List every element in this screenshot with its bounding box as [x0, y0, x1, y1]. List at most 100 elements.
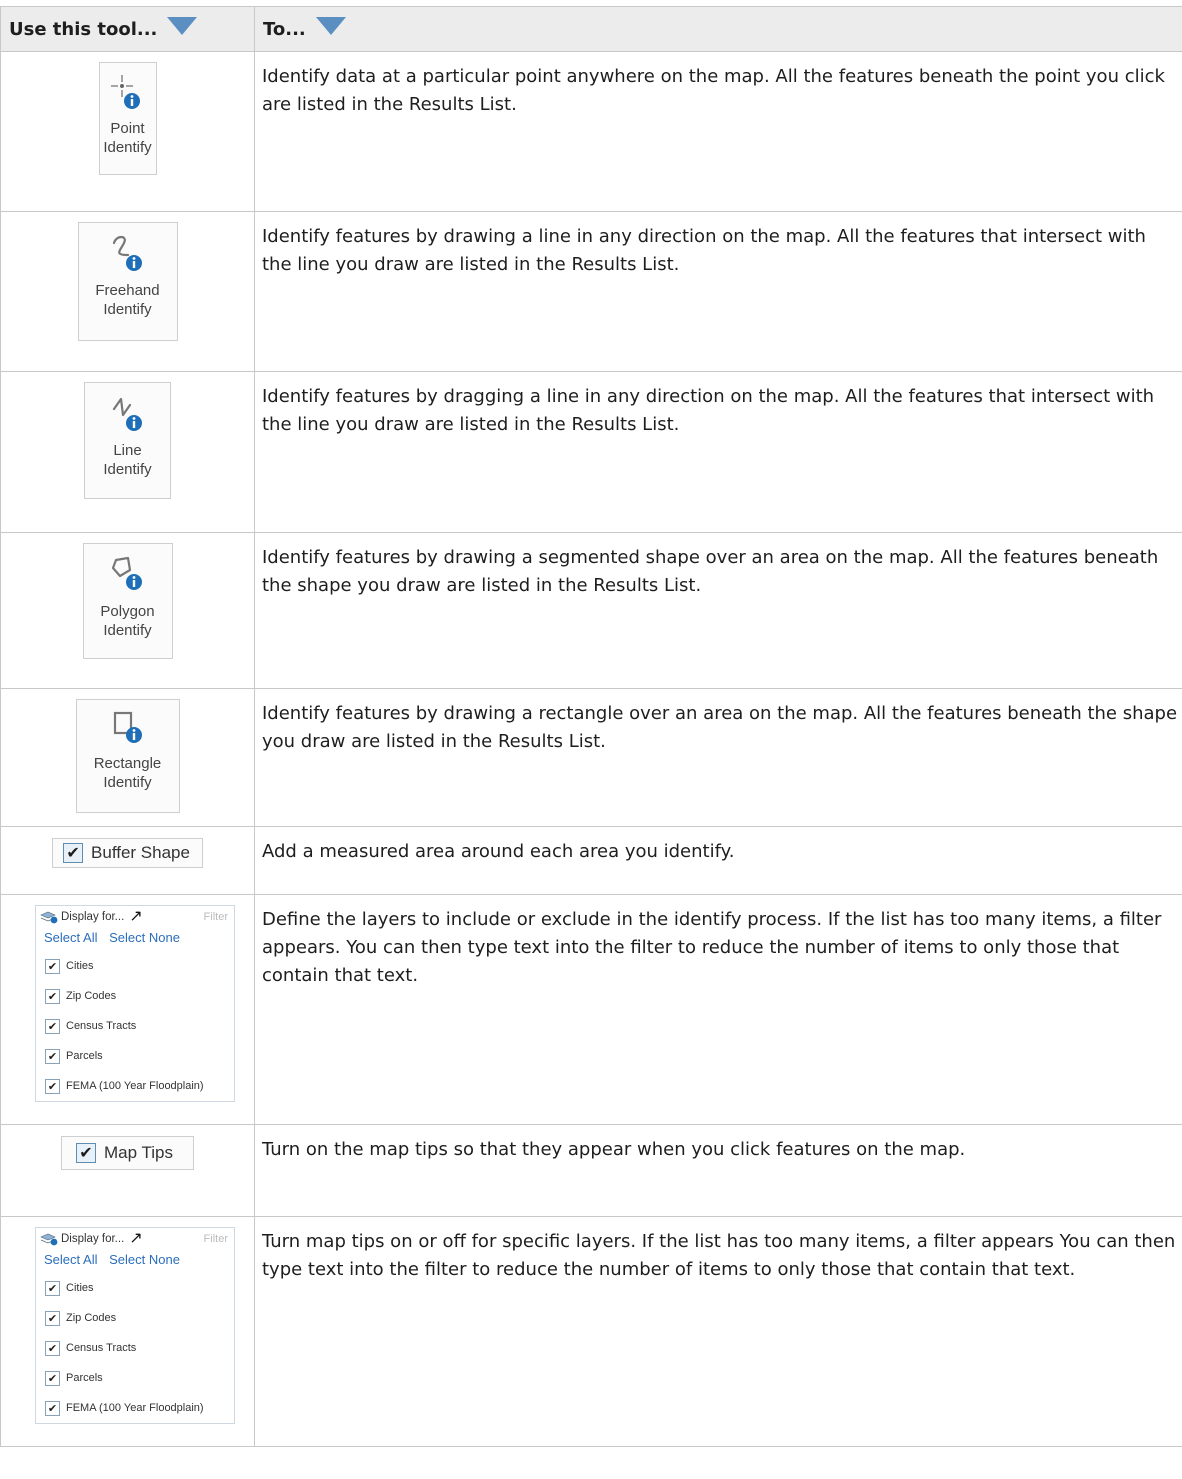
tool-label-line2: Identify — [103, 301, 152, 318]
layer-panel: Display for... ↗ Filter Select All Selec… — [35, 1227, 235, 1424]
description-cell: Identify features by drawing a segmented… — [254, 532, 1182, 689]
map-tips-label: Map Tips — [104, 1143, 173, 1162]
header-to-label: To... — [263, 18, 306, 40]
point-identify-icon — [110, 75, 140, 109]
tool-cell: Point Identify — [0, 51, 255, 212]
panel-header: Display for... ↗ Filter — [36, 1228, 234, 1250]
tool-label-line1: Line — [113, 442, 142, 459]
display-for-label: Display for... — [61, 1233, 125, 1245]
select-none-link[interactable]: Select None — [109, 1252, 180, 1267]
description-cell: Identify features by dragging a line in … — [254, 371, 1182, 533]
select-all-link[interactable]: Select All — [44, 1252, 97, 1267]
freehand-identify-icon — [112, 235, 142, 271]
tool-label-line2: Identify — [103, 139, 152, 156]
layer-item-census-tracts[interactable]: ✔ Census Tracts — [36, 1011, 234, 1041]
description-cell: Identify data at a particular point anyw… — [254, 51, 1182, 212]
layer-label: Cities — [66, 960, 94, 972]
layer-item-cities[interactable]: ✔ Cities — [36, 1273, 234, 1303]
buffer-shape-label: Buffer Shape — [91, 843, 190, 862]
layer-label: Census Tracts — [66, 1020, 137, 1032]
map-tips-toggle[interactable]: ✔ Map Tips — [61, 1136, 194, 1170]
layers-info-icon — [40, 911, 58, 924]
checkbox-checked-icon[interactable]: ✔ — [45, 1340, 60, 1356]
description-cell: Add a measured area around each area you… — [254, 826, 1182, 895]
layers-info-icon — [40, 1233, 58, 1246]
display-for-dropdown[interactable]: Display for... ↗ — [40, 909, 143, 925]
table-row: Line Identify Identify features by dragg… — [0, 371, 1182, 533]
rectangle-identify-button[interactable]: Rectangle Identify — [75, 699, 180, 813]
checkbox-checked-icon[interactable]: ✔ — [45, 1310, 60, 1326]
description-cell: Turn map tips on or off for specific lay… — [254, 1216, 1182, 1447]
layer-item-parcels[interactable]: ✔ Parcels — [36, 1041, 234, 1071]
rectangle-identify-icon — [113, 711, 142, 743]
tool-label-line2: Identify — [103, 622, 152, 639]
layer-item-zip-codes[interactable]: ✔ Zip Codes — [36, 981, 234, 1011]
tool-label-line1: Point — [110, 120, 145, 137]
layer-item-parcels[interactable]: ✔ Parcels — [36, 1363, 234, 1393]
tool-cell: Rectangle Identify — [0, 688, 255, 827]
checkbox-checked-icon[interactable]: ✔ — [45, 988, 60, 1004]
layer-panel: Display for... ↗ Filter Select All Selec… — [35, 905, 235, 1102]
layer-item-census-tracts[interactable]: ✔ Census Tracts — [36, 1333, 234, 1363]
tool-label-line1: Rectangle — [93, 755, 162, 772]
checkbox-checked-icon[interactable]: ✔ — [45, 1078, 60, 1094]
filter-input[interactable]: Filter — [204, 911, 228, 923]
tool-cell: Polygon Identify — [0, 532, 255, 689]
tool-cell: Display for... ↗ Filter Select All Selec… — [0, 1216, 255, 1447]
checkbox-checked-icon[interactable]: ✔ — [45, 1370, 60, 1386]
buffer-shape-toggle[interactable]: ✔ Buffer Shape — [52, 838, 203, 868]
table-row: Point Identify Identify data at a partic… — [0, 51, 1182, 212]
table-row: ✔ Map Tips Turn on the map tips so that … — [0, 1124, 1182, 1217]
cursor-arrow-icon: ↗ — [129, 1230, 143, 1247]
tool-cell: ✔ Map Tips — [0, 1124, 255, 1217]
checkbox-checked-icon[interactable]: ✔ — [45, 1048, 60, 1064]
layer-label: FEMA (100 Year Floodplain) — [66, 1080, 204, 1092]
point-identify-button[interactable]: Point Identify — [98, 62, 157, 175]
sort-arrow-icon[interactable] — [167, 17, 198, 35]
description-cell: Identify features by drawing a line in a… — [254, 211, 1182, 372]
line-identify-icon — [112, 397, 142, 431]
header-row: Use this tool... To... — [0, 6, 1182, 52]
checkbox-checked-icon[interactable]: ✔ — [45, 1018, 60, 1034]
freehand-identify-button[interactable]: Freehand Identify — [77, 222, 178, 341]
tool-cell: Freehand Identify — [0, 211, 255, 372]
description-cell: Identify features by drawing a rectangle… — [254, 688, 1182, 827]
select-all-link[interactable]: Select All — [44, 930, 97, 945]
header-to[interactable]: To... — [254, 6, 1182, 52]
polygon-identify-icon — [111, 556, 142, 590]
layer-item-fema[interactable]: ✔ FEMA (100 Year Floodplain) — [36, 1071, 234, 1101]
layer-label: FEMA (100 Year Floodplain) — [66, 1402, 204, 1414]
select-none-link[interactable]: Select None — [109, 930, 180, 945]
layer-label: Zip Codes — [66, 1312, 117, 1324]
tool-label-line1: Freehand — [95, 282, 160, 299]
layer-item-cities[interactable]: ✔ Cities — [36, 951, 234, 981]
layer-item-zip-codes[interactable]: ✔ Zip Codes — [36, 1303, 234, 1333]
checkbox-checked-icon[interactable]: ✔ — [45, 958, 60, 974]
filter-input[interactable]: Filter — [204, 1233, 228, 1245]
polygon-identify-button[interactable]: Polygon Identify — [82, 543, 173, 659]
display-for-dropdown[interactable]: Display for... ↗ — [40, 1231, 143, 1247]
table-row: Freehand Identify Identify features by d… — [0, 211, 1182, 372]
tool-cell: Display for... ↗ Filter Select All Selec… — [0, 894, 255, 1125]
checkbox-checked-icon[interactable]: ✔ — [45, 1400, 60, 1416]
header-tool[interactable]: Use this tool... — [0, 6, 255, 52]
checkbox-checked-icon: ✔ — [63, 843, 84, 863]
tool-label-line1: Polygon — [100, 603, 155, 620]
layer-item-fema[interactable]: ✔ FEMA (100 Year Floodplain) — [36, 1393, 234, 1423]
header-tool-label: Use this tool... — [9, 18, 158, 40]
table-row: Display for... ↗ Filter Select All Selec… — [0, 894, 1182, 1125]
checkbox-checked-icon: ✔ — [76, 1143, 96, 1163]
tool-cell: Line Identify — [0, 371, 255, 533]
sort-arrow-icon[interactable] — [315, 17, 346, 35]
description-cell: Define the layers to include or exclude … — [254, 894, 1182, 1125]
table-row: ✔ Buffer Shape Add a measured area aroun… — [0, 826, 1182, 895]
cursor-arrow-icon: ↗ — [129, 908, 143, 925]
checkbox-checked-icon[interactable]: ✔ — [45, 1280, 60, 1296]
table-row: Rectangle Identify Identify features by … — [0, 688, 1182, 827]
table-row: Display for... ↗ Filter Select All Selec… — [0, 1216, 1182, 1447]
description-cell: Turn on the map tips so that they appear… — [254, 1124, 1182, 1217]
panel-header: Display for... ↗ Filter — [36, 906, 234, 928]
line-identify-button[interactable]: Line Identify — [84, 382, 171, 499]
layer-label: Parcels — [66, 1372, 103, 1384]
tools-table: Use this tool... To... Point Identify Id… — [0, 6, 1182, 1447]
